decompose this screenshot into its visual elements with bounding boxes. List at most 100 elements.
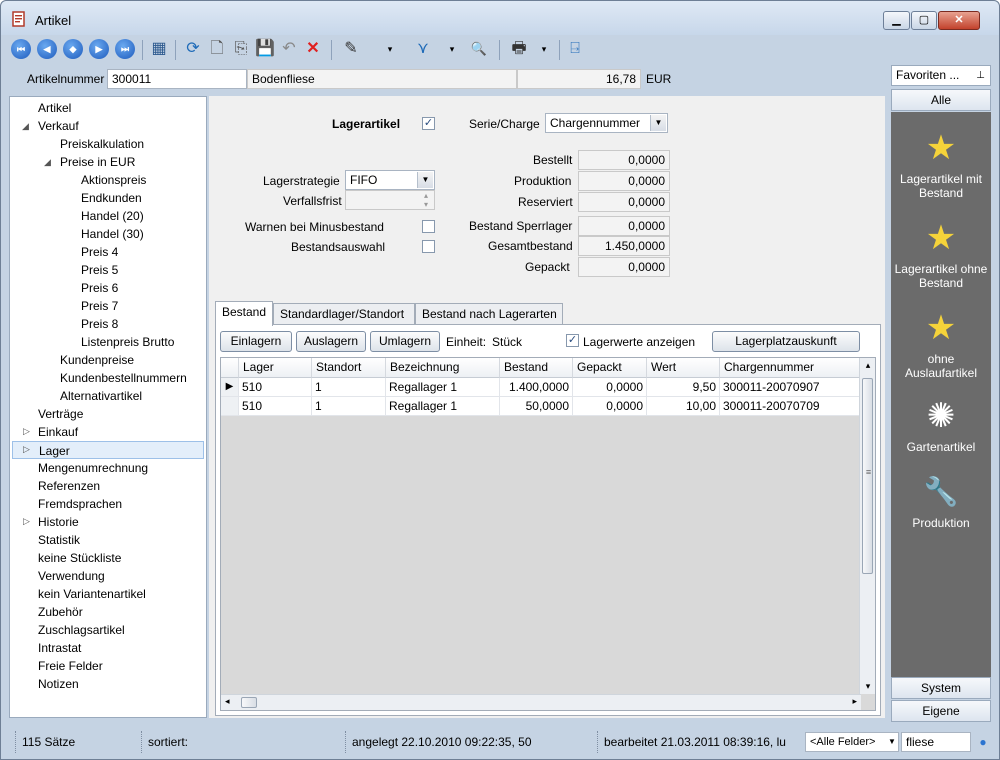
umlagern-button[interactable]: Umlagern bbox=[370, 331, 440, 352]
cell-chargennummer[interactable]: 300011-20070907 bbox=[720, 378, 863, 397]
tree-item-vertraege[interactable]: Verträge bbox=[38, 405, 83, 423]
tree-item-freie-felder[interactable]: Freie Felder bbox=[38, 657, 103, 675]
horizontal-scroll-thumb[interactable] bbox=[241, 697, 257, 708]
maximize-button[interactable]: ▢ bbox=[911, 11, 937, 30]
warnen-minusbestand-checkbox[interactable] bbox=[422, 220, 435, 233]
scroll-up-icon[interactable]: ▴ bbox=[860, 360, 876, 371]
tree-item-preis-5[interactable]: Preis 5 bbox=[81, 261, 118, 279]
collapsed-arrow-icon[interactable]: ▷ bbox=[23, 516, 30, 527]
tree-item-zuschlagsartikel[interactable]: Zuschlagsartikel bbox=[38, 621, 125, 639]
quick-search-input[interactable]: fliese bbox=[901, 732, 971, 752]
tools-icon[interactable]: ✎ bbox=[341, 39, 361, 59]
tree-item-preis-7[interactable]: Preis 7 bbox=[81, 297, 118, 315]
refresh-icon[interactable]: ⟳ bbox=[183, 39, 203, 59]
spin-up-icon[interactable]: ▴ bbox=[419, 191, 433, 200]
column-header-gepackt[interactable]: Gepackt bbox=[573, 358, 647, 378]
scroll-left-icon[interactable]: ◂ bbox=[225, 696, 230, 707]
tab-bestand-nach-lagerarten[interactable]: Bestand nach Lagerarten bbox=[415, 303, 563, 325]
favorites-tab-alle[interactable]: Alle bbox=[891, 89, 991, 111]
go-search-icon[interactable]: ● bbox=[975, 733, 991, 751]
tree-item-historie[interactable]: Historie bbox=[38, 513, 79, 531]
tree-item-aktionspreis[interactable]: Aktionspreis bbox=[81, 171, 146, 189]
tree-item-fremdsprachen[interactable]: Fremdsprachen bbox=[38, 495, 122, 513]
tree-item-listenpreis-brutto[interactable]: Listenpreis Brutto bbox=[81, 333, 174, 351]
spin-down-icon[interactable]: ▾ bbox=[419, 200, 433, 209]
tree-item-einkauf[interactable]: Einkauf bbox=[38, 423, 78, 441]
scroll-right-icon[interactable]: ▸ bbox=[852, 696, 857, 707]
favorite-lagerartikel-mit-bestand[interactable]: ★ Lagerartikel mit Bestand bbox=[891, 130, 991, 200]
last-record-icon[interactable]: ⏭ bbox=[115, 39, 135, 59]
tree-item-artikel[interactable]: Artikel bbox=[38, 99, 71, 117]
tree-item-zubehoer[interactable]: Zubehör bbox=[38, 603, 83, 621]
tree-item-lager[interactable]: Lager bbox=[12, 441, 204, 459]
bestandsauswahl-checkbox[interactable] bbox=[422, 240, 435, 253]
lagerartikel-checkbox[interactable]: ✓ bbox=[422, 117, 435, 130]
first-record-icon[interactable]: ⏮ bbox=[11, 39, 31, 59]
favorite-gartenartikel[interactable]: ✺ Gartenartikel bbox=[891, 398, 991, 454]
close-button[interactable]: ✕ bbox=[938, 11, 980, 30]
tree-item-kundenbestellnummern[interactable]: Kundenbestellnummern bbox=[60, 369, 187, 387]
cell-standort[interactable]: 1 bbox=[312, 378, 386, 397]
favorites-tab-eigene[interactable]: Eigene bbox=[891, 700, 991, 722]
delete-icon[interactable]: ✕ bbox=[303, 39, 323, 59]
favorite-ohne-auslaufartikel[interactable]: ★ ohne Auslaufartikel bbox=[891, 310, 991, 380]
column-header-bezeichnung[interactable]: Bezeichnung bbox=[386, 358, 500, 378]
tree-item-mengenumrechnung[interactable]: Mengenumrechnung bbox=[38, 459, 148, 477]
column-header-wert[interactable]: Wert bbox=[647, 358, 720, 378]
einlagern-button[interactable]: Einlagern bbox=[220, 331, 292, 352]
record-navigation-icon[interactable]: ◆ bbox=[63, 39, 83, 59]
search-icon[interactable]: 🔍 bbox=[469, 39, 489, 59]
print-icon[interactable]: 🖶 bbox=[509, 39, 529, 59]
column-header-chargennummer[interactable]: Chargennummer bbox=[720, 358, 863, 378]
minimize-button[interactable]: ▁ bbox=[883, 11, 910, 30]
expanded-arrow-icon[interactable]: ◢ bbox=[22, 121, 29, 132]
cell-chargennummer[interactable]: 300011-20070709 bbox=[720, 397, 863, 416]
filter-dropdown-icon[interactable]: ▾ bbox=[447, 39, 457, 59]
scroll-down-icon[interactable]: ▾ bbox=[860, 681, 876, 692]
tree-item-handel-20[interactable]: Handel (20) bbox=[81, 207, 144, 225]
tools-dropdown-icon[interactable]: ▾ bbox=[385, 39, 395, 59]
tree-item-verkauf[interactable]: Verkauf bbox=[38, 117, 79, 135]
table-row[interactable]: 510 1 Regallager 1 50,0000 0,0000 10,00 … bbox=[221, 397, 863, 416]
cell-lager[interactable]: 510 bbox=[239, 378, 312, 397]
horizontal-scrollbar[interactable]: ◂ ▸ bbox=[221, 694, 861, 710]
artikelnummer-field[interactable]: 300011 bbox=[107, 69, 247, 89]
favorite-lagerartikel-ohne-bestand[interactable]: ★ Lagerartikel ohne Bestand bbox=[891, 220, 991, 290]
tree-item-preis-4[interactable]: Preis 4 bbox=[81, 243, 118, 261]
lagerwerte-checkbox[interactable]: ✓ bbox=[566, 334, 579, 347]
cell-lager[interactable]: 510 bbox=[239, 397, 312, 416]
exit-icon[interactable]: ⍈ bbox=[565, 39, 585, 59]
tree-item-alternativartikel[interactable]: Alternativartikel bbox=[60, 387, 142, 405]
tree-item-endkunden[interactable]: Endkunden bbox=[81, 189, 142, 207]
vertical-scroll-thumb[interactable]: ≡ bbox=[862, 378, 873, 574]
pin-icon[interactable]: ⊥ bbox=[976, 66, 985, 85]
collapsed-arrow-icon[interactable]: ▷ bbox=[23, 426, 30, 437]
favorite-produktion[interactable]: 🔧 Produktion bbox=[891, 474, 991, 530]
tree-item-handel-30[interactable]: Handel (30) bbox=[81, 225, 144, 243]
table-view-icon[interactable]: ▦ bbox=[149, 39, 169, 59]
cell-bezeichnung[interactable]: Regallager 1 bbox=[386, 378, 500, 397]
filter-icon[interactable]: ⋎ bbox=[413, 39, 433, 59]
chevron-down-icon[interactable]: ▼ bbox=[650, 115, 666, 131]
chevron-down-icon[interactable]: ▼ bbox=[885, 732, 899, 752]
tree-item-referenzen[interactable]: Referenzen bbox=[38, 477, 100, 495]
cell-bezeichnung[interactable]: Regallager 1 bbox=[386, 397, 500, 416]
column-header-bestand[interactable]: Bestand bbox=[500, 358, 573, 378]
save-icon[interactable]: 💾 bbox=[255, 39, 275, 59]
copy-record-icon[interactable]: ⎘ bbox=[231, 39, 251, 59]
tab-standardlager[interactable]: Standardlager/Standort bbox=[273, 303, 415, 325]
cell-bestand[interactable]: 50,0000 bbox=[500, 397, 573, 416]
tree-item-verwendung[interactable]: Verwendung bbox=[38, 567, 105, 585]
tree-item-preis-6[interactable]: Preis 6 bbox=[81, 279, 118, 297]
cell-gepackt[interactable]: 0,0000 bbox=[573, 378, 647, 397]
tree-item-preise-in-eur[interactable]: Preise in EUR bbox=[60, 153, 135, 171]
cell-bestand[interactable]: 1.400,0000 bbox=[500, 378, 573, 397]
chevron-down-icon[interactable]: ▼ bbox=[417, 172, 433, 188]
tree-item-intrastat[interactable]: Intrastat bbox=[38, 639, 81, 657]
auslagern-button[interactable]: Auslagern bbox=[296, 331, 366, 352]
print-dropdown-icon[interactable]: ▾ bbox=[539, 39, 549, 59]
expanded-arrow-icon[interactable]: ◢ bbox=[44, 157, 51, 168]
cell-wert[interactable]: 9,50 bbox=[647, 378, 720, 397]
cell-gepackt[interactable]: 0,0000 bbox=[573, 397, 647, 416]
tree-item-preis-8[interactable]: Preis 8 bbox=[81, 315, 118, 333]
